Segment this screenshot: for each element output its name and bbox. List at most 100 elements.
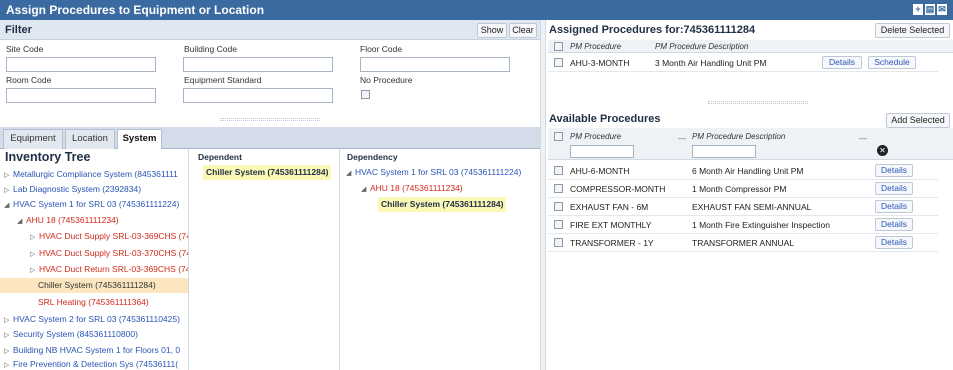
window-titlebar: Assign Procedures to Equipment or Locati… — [0, 0, 953, 20]
expand-arrow-icon[interactable]: ▷ — [4, 359, 13, 370]
details-button[interactable]: Details — [875, 164, 913, 177]
expand-arrow-icon[interactable]: ▷ — [30, 231, 39, 245]
row-checkbox[interactable] — [554, 184, 563, 193]
description-cell: 1 Month Compressor PM — [692, 184, 787, 194]
pm-procedure-column[interactable]: PM Procedure — [570, 132, 621, 141]
filter-title: Filter — [5, 24, 32, 36]
pm-description-column[interactable]: PM Procedure Description — [655, 42, 748, 51]
procedure-cell: EXHAUST FAN - 6M — [570, 202, 649, 212]
tree-item[interactable]: ▷ Security System (845361110800) — [4, 327, 138, 342]
collapse-arrow-icon[interactable]: ◢ — [361, 183, 370, 197]
floor-code-label: Floor Code — [360, 44, 403, 54]
schedule-button[interactable]: Schedule — [868, 56, 916, 69]
delete-selected-button[interactable]: Delete Selected — [875, 23, 950, 38]
row-checkbox[interactable] — [554, 202, 563, 211]
table-row[interactable]: FIRE EXT MONTHLY 1 Month Fire Extinguish… — [548, 216, 938, 234]
tree-item[interactable]: SRL Heating (745361111364) — [38, 295, 149, 310]
assigned-header-row: PM Procedure PM Procedure Description — [548, 40, 953, 53]
details-button[interactable]: Details — [875, 218, 913, 231]
collapse-arrow-icon[interactable]: ◢ — [346, 167, 355, 181]
row-checkbox[interactable] — [554, 238, 563, 247]
dependency-item[interactable]: Chiller System (745361111284) — [378, 197, 507, 212]
show-button[interactable]: Show — [477, 23, 507, 38]
table-row[interactable]: COMPRESSOR-MONTH 1 Month Compressor PM D… — [548, 180, 938, 198]
tree-item[interactable]: ▷ Metallurgic Compliance System (84536111… — [4, 167, 178, 182]
description-cell: 3 Month Air Handling Unit PM — [655, 58, 767, 68]
tree-item[interactable]: ▷ Fire Prevention & Detection Sys (745361… — [4, 357, 178, 370]
expand-arrow-icon[interactable]: ▷ — [4, 329, 13, 343]
select-all-checkbox[interactable] — [554, 42, 563, 51]
filter-splitter[interactable] — [220, 118, 320, 121]
tree-item[interactable]: ▷ HVAC System 2 for SRL 03 (745361110425) — [4, 312, 180, 327]
building-code-label: Building Code — [184, 44, 237, 54]
dependent-item[interactable]: Chiller System (745361111284) — [203, 165, 332, 180]
tab-equipment[interactable]: Equipment — [3, 129, 63, 149]
tree-item[interactable]: ▷ HVAC Duct Supply SRL-03-370CHS (74 — [30, 246, 188, 262]
row-checkbox[interactable] — [554, 166, 563, 175]
description-cell: EXHAUST FAN SEMI-ANNUAL — [692, 202, 812, 212]
tree-item[interactable]: ▷ Lab Diagnostic System (2392834) — [4, 182, 141, 197]
collapse-arrow-icon[interactable]: ◢ — [17, 215, 26, 229]
description-filter-input[interactable] — [692, 145, 756, 158]
description-cell: 1 Month Fire Extinguisher Inspection — [692, 220, 830, 230]
print-icon[interactable]: ▤ — [925, 4, 935, 15]
row-checkbox[interactable] — [554, 58, 563, 67]
available-header-row: PM Procedure — PM Procedure Description … — [548, 128, 953, 160]
equipment-standard-label: Equipment Standard — [184, 75, 262, 85]
dependent-title: Dependent — [198, 152, 242, 162]
mail-icon[interactable]: ✉ — [937, 4, 947, 15]
details-button[interactable]: Details — [875, 236, 913, 249]
add-selected-button[interactable]: Add Selected — [886, 113, 950, 128]
no-procedure-checkbox[interactable] — [361, 90, 370, 99]
clear-filter-icon[interactable]: ✕ — [877, 145, 888, 156]
table-row[interactable]: TRANSFORMER - 1Y TRANSFORMER ANNUAL Deta… — [548, 234, 938, 252]
dependency-item[interactable]: ◢ AHU 18 (745361111234) — [361, 181, 463, 196]
tab-location[interactable]: Location — [65, 129, 115, 149]
add-icon[interactable]: + — [913, 4, 923, 15]
select-all-checkbox[interactable] — [554, 132, 563, 141]
details-button[interactable]: Details — [875, 182, 913, 195]
collapse-arrow-icon[interactable]: ◢ — [4, 199, 13, 213]
site-code-label: Site Code — [6, 44, 44, 54]
table-row[interactable]: AHU-3-MONTH 3 Month Air Handling Unit PM… — [548, 54, 938, 72]
inventory-tree-panel: Inventory Tree ▷ Metallurgic Compliance S… — [0, 149, 189, 370]
row-checkbox[interactable] — [554, 220, 563, 229]
details-button[interactable]: Details — [822, 56, 862, 69]
tree-item[interactable]: ◢ HVAC System 1 for SRL 03 (745361111224) — [4, 197, 179, 212]
tab-system[interactable]: System — [117, 129, 162, 150]
window-actions: + ▤ ✉ — [913, 4, 947, 15]
equipment-standard-input[interactable] — [183, 88, 333, 103]
column-menu-icon[interactable]: — — [859, 134, 867, 143]
expand-arrow-icon[interactable]: ▷ — [4, 314, 13, 328]
building-code-input[interactable] — [183, 57, 333, 72]
tree-item-selected[interactable]: Chiller System (745361111284) — [0, 278, 188, 293]
right-splitter[interactable] — [708, 101, 808, 104]
dependency-item[interactable]: ◢ HVAC System 1 for SRL 03 (745361111224) — [346, 165, 521, 180]
clear-button[interactable]: Clear — [509, 23, 537, 38]
expand-arrow-icon[interactable]: ▷ — [30, 248, 39, 262]
expand-arrow-icon[interactable]: ▷ — [4, 184, 13, 198]
assigned-title: Assigned Procedures for:745361111284 — [549, 24, 756, 36]
tree-item[interactable]: ◢ AHU 18 (745361111234) — [17, 213, 119, 228]
procedure-cell: FIRE EXT MONTHLY — [570, 220, 652, 230]
description-cell: 6 Month Air Handling Unit PM — [692, 166, 804, 176]
pm-procedure-column[interactable]: PM Procedure — [570, 42, 621, 51]
panel-divider[interactable] — [540, 20, 546, 370]
tree-item[interactable]: ▷ Building NB HVAC System 1 for Floors 01… — [4, 343, 180, 358]
room-code-input[interactable] — [6, 88, 156, 103]
tree-item[interactable]: ▷ HVAC Duct Supply SRL-03-369CHS (74 — [30, 229, 188, 245]
pm-description-column[interactable]: PM Procedure Description — [692, 132, 785, 141]
room-code-label: Room Code — [6, 75, 52, 85]
column-menu-icon[interactable]: — — [678, 134, 686, 143]
site-code-input[interactable] — [6, 57, 156, 72]
tree-item[interactable]: ▷ HVAC Duct Return SRL-03-369CHS (74 — [30, 262, 188, 278]
expand-arrow-icon[interactable]: ▷ — [30, 264, 39, 278]
filter-header — [0, 20, 540, 40]
dependency-title: Dependency — [347, 152, 398, 162]
details-button[interactable]: Details — [875, 200, 913, 213]
floor-code-input[interactable] — [360, 57, 510, 72]
table-row[interactable]: EXHAUST FAN - 6M EXHAUST FAN SEMI-ANNUAL… — [548, 198, 938, 216]
procedure-filter-input[interactable] — [570, 145, 634, 158]
table-row[interactable]: AHU-6-MONTH 6 Month Air Handling Unit PM… — [548, 162, 938, 180]
expand-arrow-icon[interactable]: ▷ — [4, 169, 13, 183]
